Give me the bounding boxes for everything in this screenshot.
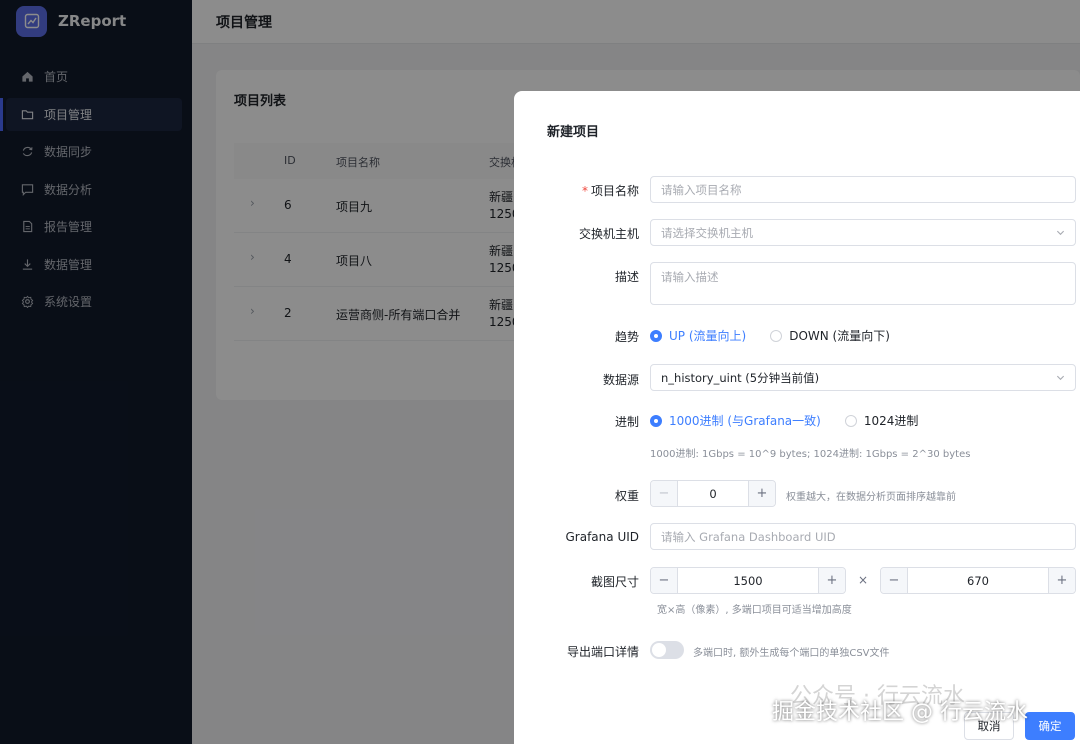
export-detail-switch[interactable] bbox=[650, 641, 684, 659]
description-placeholder: 请输入描述 bbox=[661, 270, 719, 284]
description-label: 描述 bbox=[614, 270, 639, 284]
weight-label: 权重 bbox=[614, 489, 639, 503]
grafana-uid-label: Grafana UID bbox=[565, 530, 640, 544]
project-name-input[interactable]: 请输入项目名称 bbox=[650, 176, 1076, 203]
base-1024-label: 1024进制 bbox=[863, 414, 919, 428]
height-value[interactable]: 670 bbox=[908, 568, 1048, 593]
datasource-value: n_history_uint (5分钟当前值) bbox=[661, 370, 820, 385]
base-1000-label: 1000进制 (与Grafana一致) bbox=[669, 414, 821, 428]
height-decrement-button[interactable]: − bbox=[881, 568, 908, 593]
confirm-button[interactable]: 确定 bbox=[1025, 712, 1075, 740]
project-name-label-text: 项目名称 bbox=[590, 184, 639, 198]
switch-host-select[interactable]: 请选择交换机主机 bbox=[650, 219, 1076, 246]
project-name-placeholder: 请输入项目名称 bbox=[661, 182, 742, 197]
grafana-uid-placeholder: 请输入 Grafana Dashboard UID bbox=[661, 529, 836, 544]
trend-radio-group: UP (流量向上) DOWN (流量向下) bbox=[650, 327, 914, 344]
radio-unchecked-icon bbox=[770, 329, 783, 342]
screenshot-height-stepper[interactable]: − 670 + bbox=[880, 567, 1076, 594]
radio-checked-icon bbox=[650, 329, 662, 342]
project-name-label: * 项目名称 bbox=[582, 182, 639, 199]
trend-up-label: UP (流量向上) bbox=[669, 329, 747, 343]
base-radio-group: 1000进制 (与Grafana一致) 1024进制 bbox=[650, 412, 942, 429]
trend-up-radio[interactable]: UP (流量向上) bbox=[650, 327, 746, 344]
height-increment-button[interactable]: + bbox=[1048, 568, 1075, 593]
switch-knob bbox=[652, 643, 666, 657]
width-decrement-button[interactable]: − bbox=[651, 568, 678, 593]
width-increment-button[interactable]: + bbox=[818, 568, 845, 593]
width-value[interactable]: 1500 bbox=[678, 568, 818, 593]
weight-decrement-button[interactable]: − bbox=[651, 481, 678, 506]
radio-unchecked-icon bbox=[844, 414, 857, 427]
radio-checked-icon bbox=[650, 414, 662, 427]
weight-increment-button[interactable]: + bbox=[748, 481, 775, 506]
trend-down-label: DOWN (流量向下) bbox=[789, 329, 890, 343]
export-detail-hint: 多端口时, 额外生成每个端口的单独CSV文件 bbox=[693, 648, 890, 659]
base-1024-radio[interactable]: 1024进制 bbox=[844, 412, 919, 429]
base-label: 进制 bbox=[614, 415, 639, 429]
switch-host-label: 交换机主机 bbox=[578, 227, 639, 241]
screenshot-size-label: 截图尺寸 bbox=[590, 575, 639, 589]
chevron-down-icon bbox=[1056, 230, 1065, 236]
weight-value[interactable]: 0 bbox=[678, 481, 748, 506]
weight-hint: 权重越大，在数据分析页面排序越靠前 bbox=[786, 492, 956, 503]
times-sign: × bbox=[858, 573, 869, 587]
chevron-down-icon bbox=[1056, 375, 1065, 381]
base-hint: 1000进制: 1Gbps = 10^9 bytes; 1024进制: 1Gbp… bbox=[650, 449, 971, 460]
required-mark: * bbox=[581, 184, 588, 198]
screenshot-width-stepper[interactable]: − 1500 + bbox=[650, 567, 846, 594]
new-project-dialog: 新建项目 * 项目名称 请输入项目名称 交换机主机 请选择交换机主机 描述 请输入… bbox=[514, 91, 1080, 744]
description-textarea[interactable]: 请输入描述 bbox=[650, 262, 1076, 305]
weight-stepper[interactable]: − 0 + bbox=[650, 480, 776, 507]
datasource-select[interactable]: n_history_uint (5分钟当前值) bbox=[650, 364, 1076, 391]
trend-label: 趋势 bbox=[614, 330, 639, 344]
grafana-uid-input[interactable]: 请输入 Grafana Dashboard UID bbox=[650, 523, 1076, 550]
dialog-title: 新建项目 bbox=[547, 125, 600, 140]
base-1000-radio[interactable]: 1000进制 (与Grafana一致) bbox=[650, 412, 821, 429]
datasource-label: 数据源 bbox=[602, 373, 639, 387]
export-detail-label: 导出端口详情 bbox=[566, 645, 639, 659]
switch-host-placeholder: 请选择交换机主机 bbox=[661, 225, 753, 240]
trend-down-radio[interactable]: DOWN (流量向下) bbox=[770, 327, 890, 344]
watermark: 掘金技术社区 @ 行云流水 bbox=[772, 700, 1028, 725]
screenshot-size-hint: 宽×高（像素）, 多端口项目可适当增加高度 bbox=[657, 605, 852, 616]
